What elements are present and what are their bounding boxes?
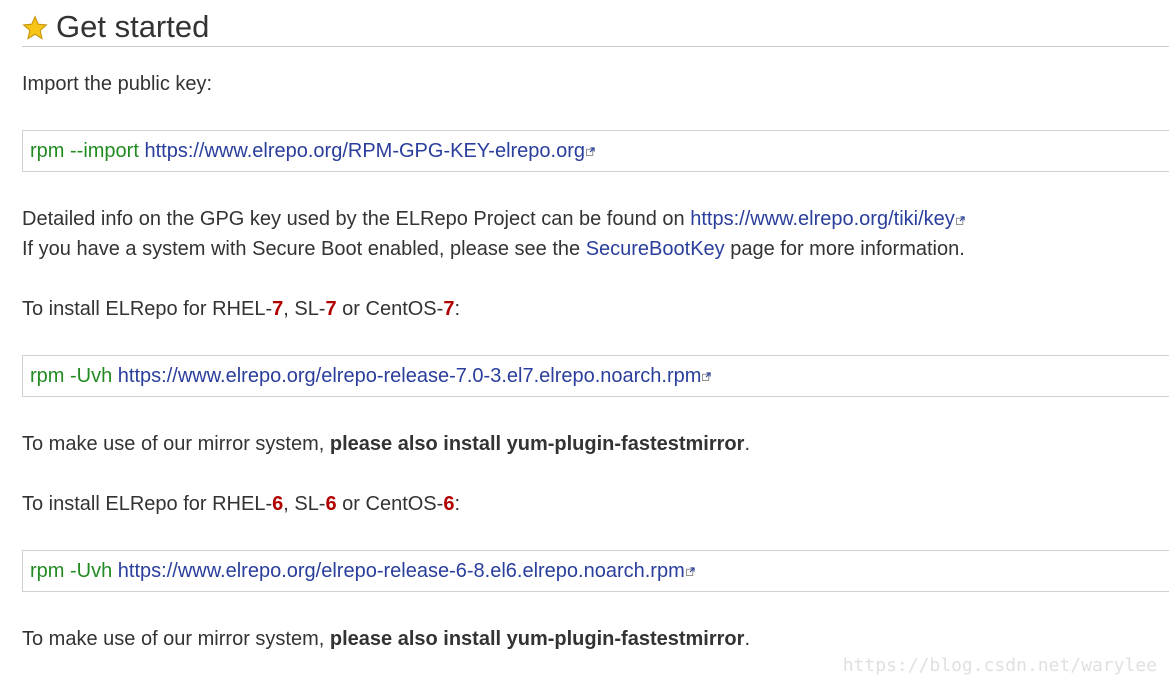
mirror-note-bold: please also install yum-plugin-fastestmi… — [329, 433, 745, 455]
mirror-note-prefix: To make use of our mirror system, — [22, 628, 325, 650]
mirror-note: To make use of our mirror system, please… — [22, 627, 750, 651]
el6-codebox: rpm -Uvh https://www.elrepo.org/elrepo-r… — [22, 550, 1169, 592]
el7-intro-text-a: To install ELRepo for RHEL- — [22, 298, 273, 320]
gpg-info-link[interactable]: https://www.elrepo.org/tiki/key — [690, 208, 955, 230]
mirror-note-bold: please also install yum-plugin-fastestmi… — [329, 628, 745, 650]
mirror-note: To make use of our mirror system, please… — [22, 432, 750, 456]
el6-version: 6 — [443, 493, 455, 515]
el6-intro: To install ELRepo for RHEL-6, SL-6 or Ce… — [22, 492, 460, 516]
star-icon — [22, 15, 48, 40]
el7-version: 7 — [325, 298, 337, 320]
el6-version: 6 — [272, 493, 284, 515]
page-title: Get started — [56, 9, 210, 44]
mirror-note-suffix: . — [744, 628, 750, 650]
gpg-info-line: Detailed info on the GPG key used by the… — [22, 207, 965, 231]
import-command: rpm --import — [30, 139, 139, 162]
external-link-icon — [955, 216, 965, 225]
el7-intro-text-c: or CentOS- — [336, 298, 444, 320]
secure-boot-key-link[interactable]: SecureBootKey — [586, 238, 725, 260]
el6-intro-text-b: , SL- — [283, 493, 326, 515]
secure-boot-prefix: If you have a system with Secure Boot en… — [22, 238, 581, 260]
el6-rpm-link[interactable]: https://www.elrepo.org/elrepo-release-6-… — [118, 560, 685, 583]
el7-command: rpm -Uvh — [30, 364, 113, 387]
el7-version: 7 — [443, 298, 455, 320]
el6-intro-text-c: or CentOS- — [336, 493, 444, 515]
el7-intro-text-d: : — [454, 298, 460, 320]
mirror-note-suffix: . — [744, 433, 750, 455]
section-heading: Get started — [22, 8, 1169, 47]
el7-rpm-link[interactable]: https://www.elrepo.org/elrepo-release-7.… — [118, 365, 702, 388]
import-key-codebox: rpm --import https://www.elrepo.org/RPM-… — [22, 130, 1169, 172]
external-link-icon — [685, 566, 695, 576]
watermark: https://blog.csdn.net/warylee — [842, 655, 1157, 676]
secure-boot-line: If you have a system with Secure Boot en… — [22, 237, 965, 261]
gpg-key-file-link[interactable]: https://www.elrepo.org/RPM-GPG-KEY-elrep… — [144, 140, 585, 163]
import-key-intro: Import the public key: — [22, 73, 213, 95]
el7-version: 7 — [272, 298, 284, 320]
el6-version: 6 — [325, 493, 337, 515]
gpg-info-text: Detailed info on the GPG key used by the… — [22, 208, 685, 230]
external-link-icon — [702, 371, 712, 381]
el6-command: rpm -Uvh — [30, 559, 113, 582]
el6-intro-text-a: To install ELRepo for RHEL- — [22, 493, 273, 515]
el7-intro-text-b: , SL- — [283, 298, 326, 320]
el7-intro: To install ELRepo for RHEL-7, SL-7 or Ce… — [22, 297, 460, 321]
external-link-icon — [586, 146, 595, 156]
el6-intro-text-d: : — [454, 493, 460, 515]
secure-boot-suffix: page for more information. — [730, 238, 965, 260]
mirror-note-prefix: To make use of our mirror system, — [22, 433, 325, 455]
el7-codebox: rpm -Uvh https://www.elrepo.org/elrepo-r… — [22, 355, 1169, 397]
